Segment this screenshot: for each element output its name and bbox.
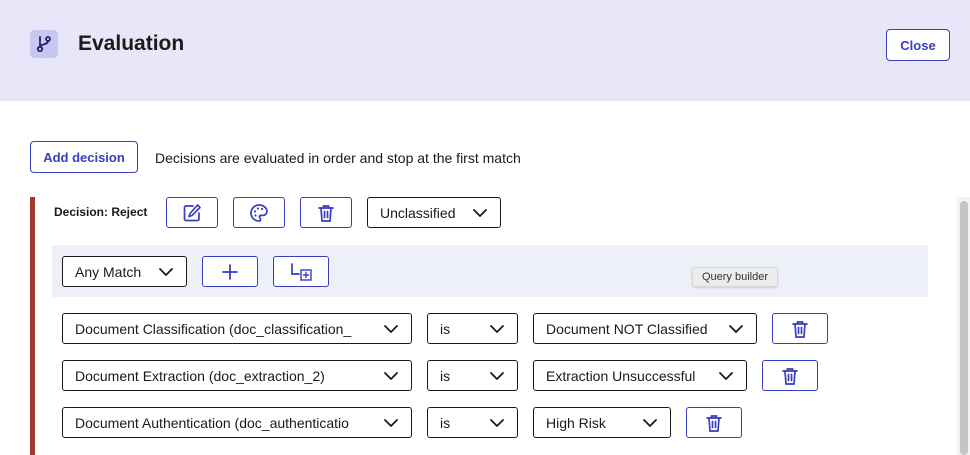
- rule-value-value: High Risk: [546, 414, 606, 431]
- trash-icon: [782, 367, 798, 385]
- rule-field-select[interactable]: Document Classification (doc_classificat…: [62, 313, 412, 344]
- match-mode-value: Any Match: [75, 263, 142, 280]
- rule-operator-select[interactable]: is: [427, 407, 518, 438]
- decision-accent-bar: [30, 197, 35, 455]
- chevron-down-icon: [643, 418, 657, 427]
- decision-label: Decision: Reject: [54, 205, 148, 219]
- rule-field-value: Document Extraction (doc_extraction_2): [75, 367, 325, 384]
- match-mode-select[interactable]: Any Match: [62, 256, 187, 287]
- rule-operator-select[interactable]: is: [427, 313, 518, 344]
- delete-rule-button[interactable]: [686, 407, 742, 438]
- rule-operator-value: is: [440, 320, 451, 337]
- trash-icon: [318, 204, 334, 222]
- chevron-down-icon: [490, 324, 504, 333]
- add-decision-button[interactable]: Add decision: [30, 141, 138, 173]
- chevron-down-icon: [473, 208, 487, 217]
- chevron-down-icon: [490, 418, 504, 427]
- rule-value-value: Extraction Unsuccessful: [546, 367, 696, 384]
- query-builder-tooltip: Query builder: [692, 267, 778, 287]
- chevron-down-icon: [384, 418, 398, 427]
- rule-value-value: Document NOT Classified: [546, 320, 708, 337]
- page-title: Evaluation: [78, 32, 185, 55]
- rule-value-select[interactable]: Document NOT Classified: [533, 313, 757, 344]
- rule-field-select[interactable]: Document Authentication (doc_authenticat…: [62, 407, 412, 438]
- add-rule-button[interactable]: [202, 256, 258, 287]
- palette-button[interactable]: [233, 197, 285, 228]
- chevron-down-icon: [729, 324, 743, 333]
- rule-operator-select[interactable]: is: [427, 360, 518, 391]
- rule-operator-value: is: [440, 367, 451, 384]
- decision-status-select[interactable]: Unclassified: [367, 197, 501, 228]
- chevron-down-icon: [384, 371, 398, 380]
- rule-value-select[interactable]: Extraction Unsuccessful: [533, 360, 747, 391]
- trash-icon: [792, 320, 808, 338]
- add-group-icon: [291, 262, 312, 281]
- rule-value-select[interactable]: High Risk: [533, 407, 671, 438]
- chevron-down-icon: [384, 324, 398, 333]
- rule-field-select[interactable]: Document Extraction (doc_extraction_2): [62, 360, 412, 391]
- delete-rule-button[interactable]: [762, 360, 818, 391]
- delete-rule-button[interactable]: [772, 313, 828, 344]
- helper-text: Decisions are evaluated in order and sto…: [155, 150, 521, 166]
- delete-decision-button[interactable]: [300, 197, 352, 228]
- trash-icon: [706, 414, 722, 432]
- chevron-down-icon: [719, 371, 733, 380]
- scrollbar-thumb[interactable]: [960, 201, 968, 455]
- header-bar: Evaluation Close: [0, 0, 970, 101]
- rule-operator-value: is: [440, 414, 451, 431]
- add-group-button[interactable]: [273, 256, 329, 287]
- decision-status-value: Unclassified: [380, 204, 456, 221]
- chevron-down-icon: [490, 371, 504, 380]
- rule-field-value: Document Classification (doc_classificat…: [75, 320, 352, 337]
- rule-field-value: Document Authentication (doc_authenticat…: [75, 414, 349, 431]
- edit-icon: [183, 203, 201, 221]
- chevron-down-icon: [159, 267, 173, 276]
- edit-decision-button[interactable]: [166, 197, 218, 228]
- plus-icon: [222, 263, 238, 280]
- branch-icon: [30, 30, 58, 58]
- palette-icon: [250, 203, 268, 222]
- close-button[interactable]: Close: [886, 29, 950, 61]
